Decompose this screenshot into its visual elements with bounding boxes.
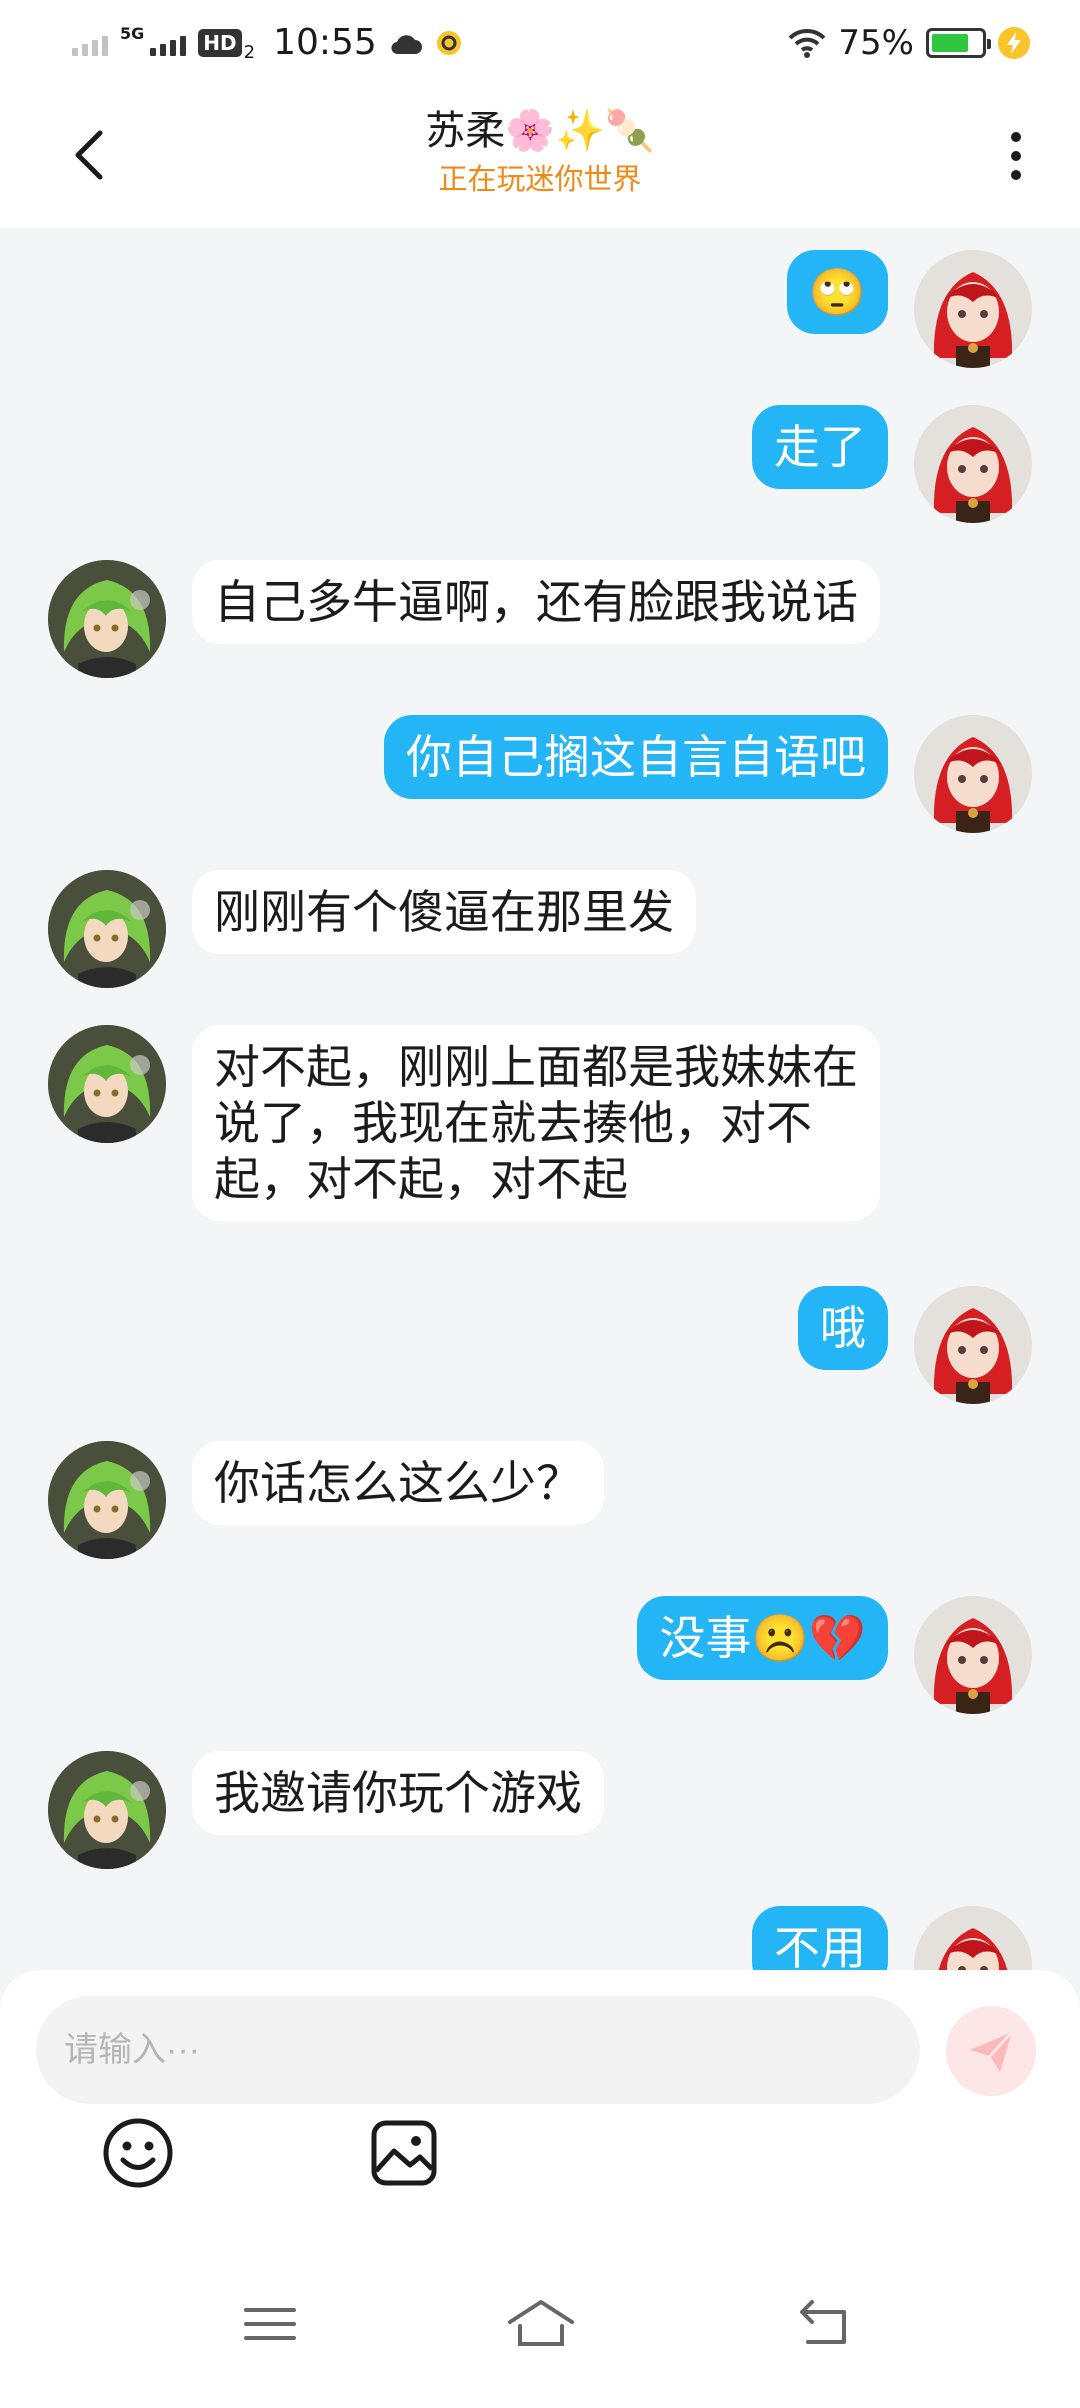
image-button[interactable] (364, 2113, 444, 2193)
status-bar: 5G HD 2 10:55 75% (0, 0, 1080, 85)
emoji-icon (103, 2118, 173, 2188)
message-bubble[interactable]: 🙄 (786, 250, 888, 334)
message-list[interactable]: 🙄 走了自己多牛逼啊，还有脸跟我说话你自己搁这自言自语吧刚刚有个傻逼在那里发对不起… (0, 228, 1080, 1970)
system-nav-bar (0, 2260, 1080, 2408)
more-vertical-icon (1011, 132, 1021, 142)
more-dot (1011, 151, 1021, 161)
emoji-button[interactable] (98, 2113, 178, 2193)
message-bubble[interactable]: 你自己搁这自言自语吧 (384, 715, 888, 799)
wifi-icon (789, 28, 826, 58)
my-avatar[interactable] (914, 1286, 1032, 1404)
contact-avatar[interactable] (48, 870, 166, 988)
contact-avatar[interactable] (48, 1751, 166, 1869)
message-bubble[interactable]: 刚刚有个傻逼在那里发 (192, 870, 696, 954)
chat-header: 苏柔🌸✨🍡 正在玩迷你世界 (0, 85, 1080, 228)
my-avatar[interactable] (914, 405, 1032, 523)
network-type: 5G (120, 24, 145, 43)
contact-status: 正在玩迷你世界 (438, 162, 642, 196)
chat-screen: 5G HD 2 10:55 75% 苏柔🌸✨🍡 正在玩迷你世界 🙄 走了 自己多… (0, 0, 1080, 2408)
contact-avatar[interactable] (48, 1441, 166, 1559)
home-icon (508, 2300, 574, 2346)
return-nav-button[interactable] (794, 2294, 854, 2354)
clock: 10:55 (273, 22, 377, 63)
signal-strong-icon (150, 30, 187, 56)
menu-icon (244, 2308, 296, 2340)
more-dot (1011, 170, 1021, 180)
my-avatar[interactable] (914, 250, 1032, 368)
message-bubble[interactable]: 我邀请你玩个游戏 (192, 1751, 604, 1835)
app-notification-icon (436, 30, 461, 55)
signal-weak-icon (72, 30, 108, 56)
contact-avatar[interactable] (48, 1025, 166, 1143)
message-bubble[interactable]: 没事☹️💔 (637, 1596, 888, 1680)
return-icon (800, 2300, 846, 2344)
my-avatar[interactable] (914, 715, 1032, 833)
menu-nav-button[interactable] (240, 2294, 300, 2354)
message-bubble[interactable]: 哦 (798, 1286, 888, 1370)
battery-icon (926, 27, 991, 58)
message-bubble[interactable]: 对不起，刚刚上面都是我妹妹在 说了，我现在就去揍他，对不 起，对不起，对不起 (192, 1025, 880, 1221)
home-nav-button[interactable] (506, 2294, 574, 2354)
cloud-icon (391, 34, 422, 54)
send-icon (970, 2030, 1014, 2072)
send-button[interactable] (946, 2006, 1036, 2096)
message-bubble[interactable]: 走了 (752, 405, 888, 489)
hd-sub-label: 2 (243, 42, 256, 63)
contact-name: 苏柔🌸✨🍡 (425, 108, 655, 154)
battery-level (932, 33, 968, 52)
message-bubble[interactable]: 自己多牛逼啊，还有脸跟我说话 (192, 560, 880, 644)
contact-avatar[interactable] (48, 560, 166, 678)
battery-percent: 75% (838, 22, 914, 63)
more-button[interactable] (988, 121, 1044, 191)
hd-badge: HD (198, 28, 242, 57)
message-bubble[interactable]: 不用 (752, 1906, 888, 1970)
message-bubble[interactable]: 你话怎么这么少？ (192, 1441, 604, 1525)
message-input[interactable] (36, 1996, 920, 2104)
charging-icon (998, 26, 1030, 59)
my-avatar[interactable] (914, 1906, 1032, 1970)
image-icon (371, 2120, 437, 2186)
composer (0, 1970, 1080, 2408)
my-avatar[interactable] (914, 1596, 1032, 1714)
